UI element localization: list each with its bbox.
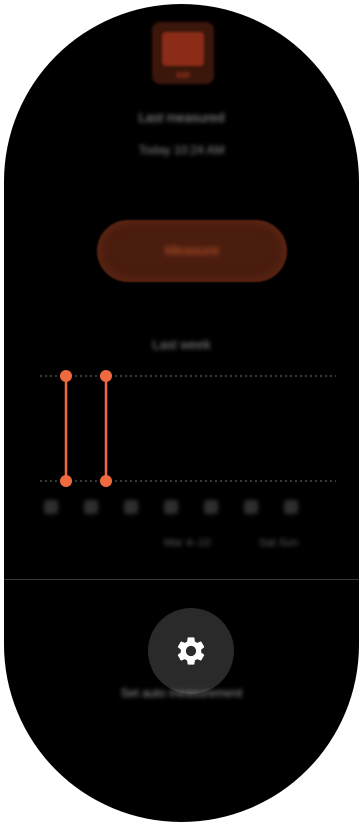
measure-button[interactable]: Measure: [97, 220, 287, 282]
history-chart: [40, 370, 336, 487]
day-label: [124, 500, 138, 514]
history-title: Last week: [152, 337, 211, 352]
min-point: [60, 475, 72, 487]
max-point: [60, 370, 72, 382]
watch-screen: Last measured Today 10:24 AM Measure Las…: [4, 4, 359, 822]
day-label: [84, 500, 98, 514]
settings-label: Set auto measurement: [120, 686, 243, 700]
heart-rate-app-icon: [152, 22, 214, 84]
day-labels-row: [44, 500, 324, 514]
last-measured-time: Today 10:24 AM: [138, 143, 225, 157]
gear-icon: [177, 637, 205, 665]
day-label: [44, 500, 58, 514]
measure-button-label: Measure: [164, 242, 220, 258]
day-label: [204, 500, 218, 514]
max-point: [100, 370, 112, 382]
day-label: [164, 500, 178, 514]
day-label: [244, 500, 258, 514]
divider: [4, 579, 359, 580]
day-label: [284, 500, 298, 514]
range-label-right: Sat Sun: [259, 537, 299, 549]
settings-button[interactable]: [148, 608, 234, 694]
last-measured-label: Last measured: [138, 110, 225, 125]
range-label-left: Mar 4–10: [164, 537, 211, 549]
min-point: [100, 475, 112, 487]
